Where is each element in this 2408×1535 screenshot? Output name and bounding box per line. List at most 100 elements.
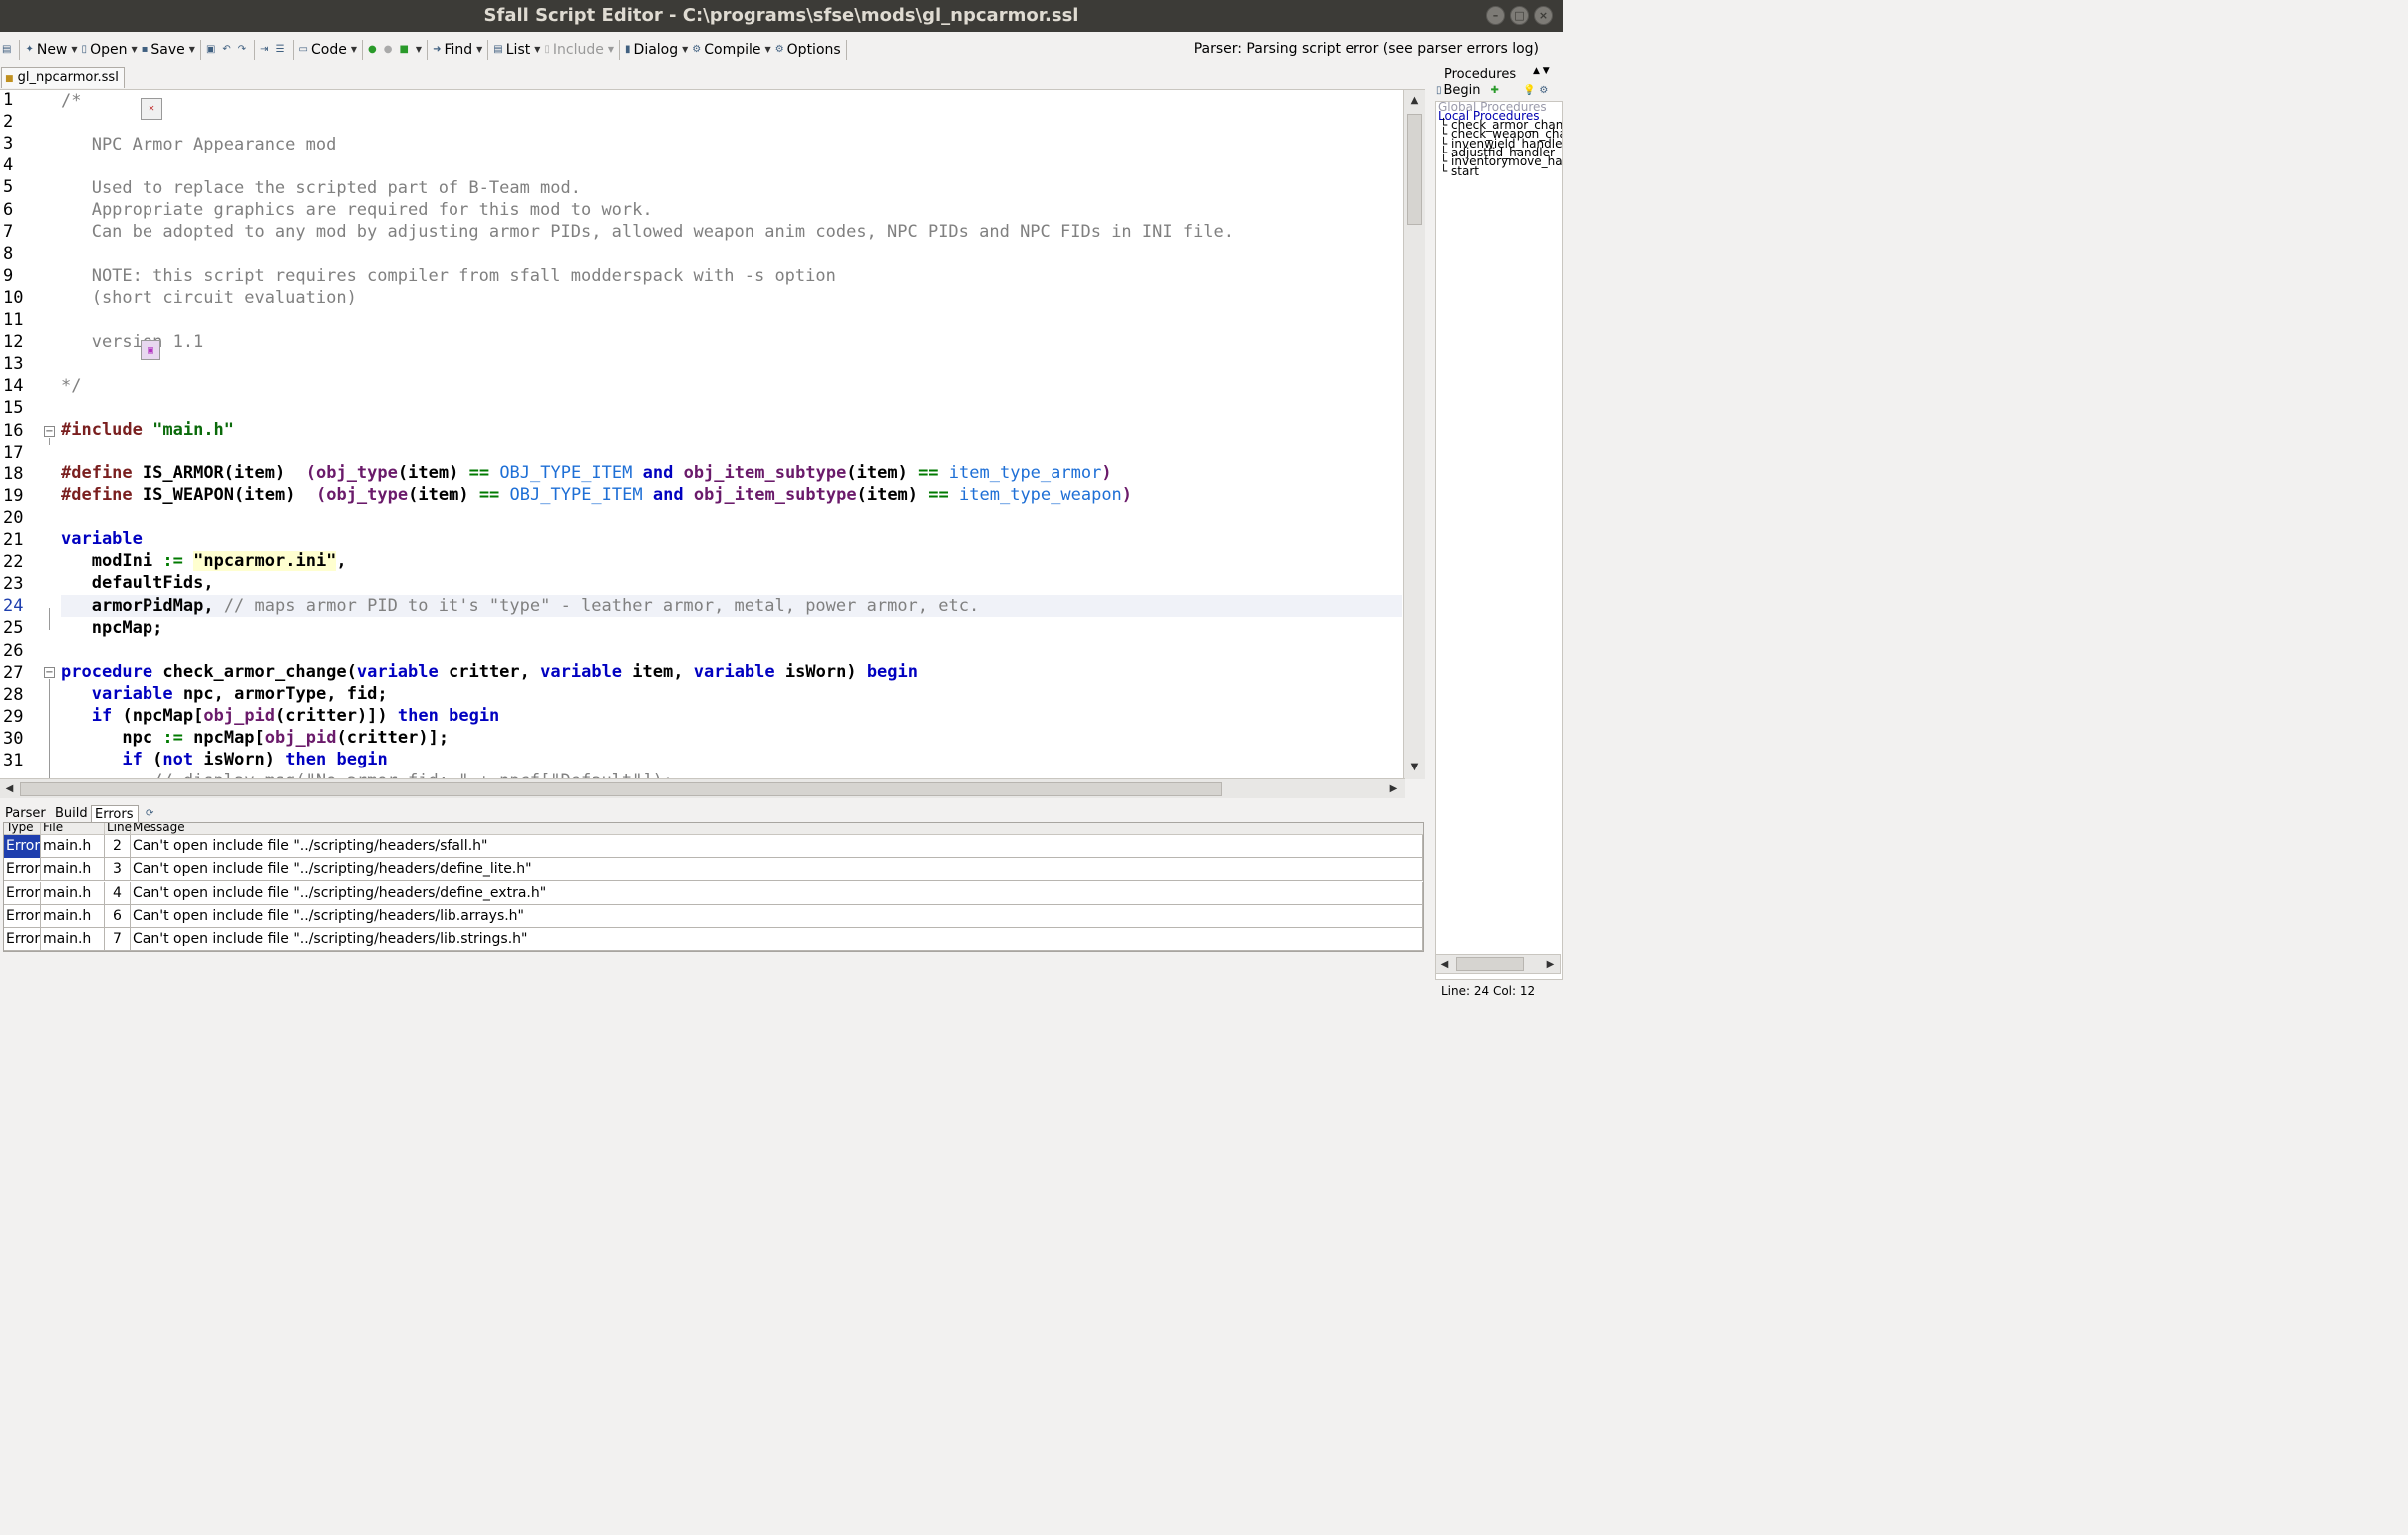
- save-all-icon: ▣: [205, 44, 216, 55]
- chevron-down-icon[interactable]: ▼: [189, 45, 195, 54]
- scroll-left-icon[interactable]: ◀: [2, 781, 17, 796]
- forward-button[interactable]: ●: [382, 38, 398, 62]
- vertical-scrollbar[interactable]: ▲ ▼: [1403, 90, 1425, 779]
- tab-document[interactable]: ■ gl_npcarmor.ssl: [1, 67, 125, 88]
- procedure-item[interactable]: └ start: [1440, 165, 1479, 177]
- table-row[interactable]: Error main.h 2 Can't open include file "../…: [4, 835, 1423, 858]
- scrollbar-thumb[interactable]: [1456, 957, 1524, 971]
- chevron-down-icon[interactable]: ▼: [416, 45, 422, 54]
- cell-file: main.h: [41, 835, 105, 858]
- undo-button[interactable]: ↶: [220, 38, 235, 62]
- identifier-token: npcMap: [132, 706, 194, 726]
- bookmark-button[interactable]: ■ ▼: [397, 38, 424, 62]
- options-label: Options: [786, 41, 841, 58]
- indent-button[interactable]: ⇥: [258, 38, 273, 62]
- keyword-token: begin: [449, 706, 500, 726]
- chevron-down-icon[interactable]: ▼: [608, 45, 614, 54]
- code-editor[interactable]: 1 2 3 4 5 6 7 8 9 10 11 12 13 14 15 16 17 18 19 20 21 22 23 24 2…: [0, 89, 1425, 779]
- function-token: obj_type: [315, 463, 398, 483]
- app-window: Sfall Script Editor - C:\programs\sfse\m…: [0, 0, 1563, 996]
- save-button[interactable]: ▪ Save ▼: [140, 38, 197, 62]
- refresh-icon[interactable]: ⟳: [143, 805, 156, 823]
- save-all-button[interactable]: ▣: [204, 38, 220, 62]
- find-button[interactable]: ➜ Find ▼: [431, 38, 484, 62]
- panel-arrows[interactable]: ▲ ▼: [1533, 66, 1550, 76]
- scrollbar-thumb[interactable]: [20, 782, 1222, 796]
- line-number: 24: [3, 596, 24, 617]
- scroll-right-icon[interactable]: ▶: [1386, 781, 1401, 796]
- error-marker-icon[interactable]: ✕: [141, 98, 162, 120]
- horizontal-scrollbar[interactable]: ◀ ▶: [1435, 954, 1561, 974]
- column-header[interactable]: Type: [4, 823, 41, 834]
- list-button[interactable]: ▤ List ▼: [491, 38, 542, 62]
- line-number: 26: [3, 640, 24, 661]
- chevron-down-icon[interactable]: ▼: [351, 45, 357, 54]
- line-number: 10: [3, 287, 24, 308]
- toolbar-separator: [19, 39, 21, 60]
- chevron-down-icon[interactable]: ▼: [131, 45, 137, 54]
- identifier-token: item: [866, 485, 908, 505]
- chevron-down-icon[interactable]: ▼: [476, 45, 482, 54]
- begin-button[interactable]: Begin: [1444, 83, 1481, 98]
- bookmark-marker-icon[interactable]: ▣: [141, 340, 160, 360]
- chevron-down-icon[interactable]: ▼: [71, 45, 77, 54]
- tab-build[interactable]: Build: [52, 805, 92, 823]
- preprocessor-token: #define: [61, 463, 133, 483]
- scroll-right-icon[interactable]: ▶: [1543, 957, 1558, 972]
- scroll-down-icon[interactable]: ▼: [1407, 760, 1422, 774]
- open-button[interactable]: ▯ Open ▼: [80, 38, 140, 62]
- column-header[interactable]: Line: [105, 823, 132, 834]
- chevron-down-icon[interactable]: ▼: [534, 45, 540, 54]
- column-header[interactable]: File: [41, 823, 105, 834]
- table-row[interactable]: Error main.h 6 Can't open include file "../…: [4, 904, 1423, 928]
- line-number: 29: [3, 706, 24, 727]
- fold-toggle-icon[interactable]: −: [44, 426, 55, 437]
- bookmark-icon: ■: [399, 44, 409, 55]
- comment-text: Appropriate graphics are required for th…: [61, 200, 653, 220]
- lightbulb-icon[interactable]: 💡: [1523, 85, 1535, 96]
- close-icon[interactable]: ×: [1534, 6, 1553, 25]
- new-button[interactable]: ✦ New ▼: [23, 38, 79, 62]
- cell-line: 4: [105, 881, 131, 905]
- identifier-token: item: [244, 485, 286, 505]
- redo-button[interactable]: ↷: [236, 38, 251, 62]
- toolbar-separator: [487, 39, 489, 60]
- scroll-up-icon[interactable]: ▲: [1407, 93, 1422, 108]
- compile-icon: ⚙: [692, 44, 702, 55]
- line-number: 27: [3, 662, 24, 683]
- back-button[interactable]: ●: [366, 38, 382, 62]
- horizontal-scrollbar[interactable]: ◀ ▶: [0, 778, 1405, 798]
- code-button[interactable]: ▭ Code ▼: [297, 38, 359, 62]
- fold-toggle-icon[interactable]: −: [44, 667, 55, 678]
- tab-parser[interactable]: Parser: [2, 805, 50, 823]
- table-row[interactable]: Error main.h 7 Can't open include file "../…: [4, 928, 1423, 952]
- chevron-down-icon[interactable]: ▼: [765, 45, 771, 54]
- redo-icon: ↷: [237, 44, 247, 55]
- options-icon[interactable]: ⚙: [1539, 85, 1548, 96]
- scrollbar-thumb[interactable]: [1407, 114, 1422, 225]
- column-header[interactable]: Message: [131, 823, 1423, 834]
- add-procedure-icon[interactable]: ✚: [1491, 85, 1499, 96]
- code-line: npc := npcMap[obj_pid(critter)];: [122, 728, 450, 748]
- options-button[interactable]: ⚙ Options: [773, 38, 843, 62]
- identifier-token: fid: [346, 684, 378, 704]
- forward-icon: ●: [383, 44, 393, 55]
- maximize-icon[interactable]: □: [1510, 6, 1529, 25]
- cell-type: Error: [4, 928, 41, 952]
- include-button[interactable]: ▯ Include ▼: [542, 38, 616, 62]
- procedures-tree[interactable]: Global Procedures Local Procedures └ che…: [1435, 101, 1563, 980]
- table-row[interactable]: Error main.h 4 Can't open include file "../…: [4, 881, 1423, 905]
- format-button[interactable]: ☰: [274, 38, 290, 62]
- comment-text: (short circuit evaluation): [61, 288, 357, 308]
- table-row[interactable]: Error main.h 3 Can't open include file "../…: [4, 858, 1423, 882]
- code-line: NOTE: this script requires compiler from…: [61, 265, 836, 287]
- toolbar-menu-button[interactable]: ▤: [0, 38, 16, 62]
- chevron-down-icon[interactable]: ▼: [682, 45, 688, 54]
- scroll-left-icon[interactable]: ◀: [1437, 957, 1452, 972]
- code-area[interactable]: /* NPC Armor Appearance mod Used to repl…: [61, 90, 1402, 779]
- minimize-icon[interactable]: –: [1486, 6, 1505, 25]
- toolbar-separator: [619, 39, 621, 60]
- compile-button[interactable]: ⚙ Compile ▼: [690, 38, 772, 62]
- dialog-button[interactable]: ▮ Dialog ▼: [623, 38, 690, 62]
- tab-errors[interactable]: Errors: [91, 805, 139, 823]
